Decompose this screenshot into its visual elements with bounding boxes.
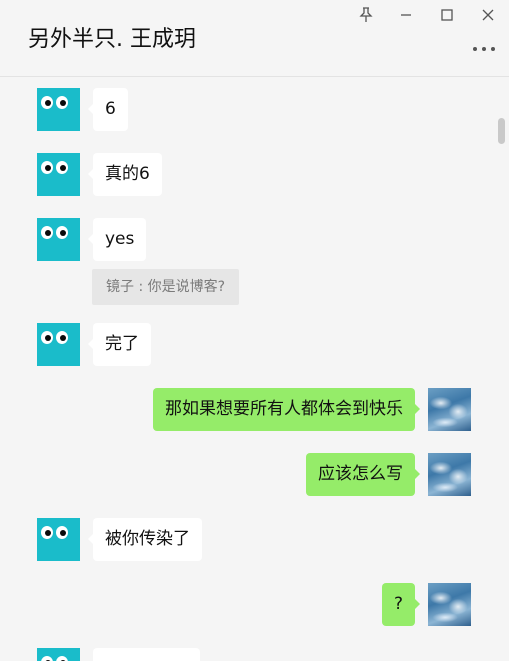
message-bubble-incoming[interactable]: yes <box>87 218 147 261</box>
more-dots-icon[interactable] <box>473 44 495 54</box>
contact-avatar[interactable] <box>37 648 80 661</box>
message-bubble-incoming[interactable]: 完了 <box>88 323 151 366</box>
message-bubble-incoming[interactable] <box>93 648 200 661</box>
message-bubble-incoming[interactable]: 真的6 <box>88 153 162 196</box>
my-avatar[interactable] <box>428 583 471 626</box>
message-bubble-incoming[interactable]: 被你传染了 <box>88 518 202 561</box>
message-list[interactable]: 6 真的6 yes 镜子 : 你是说博客? 完了 那如果想要所有人都体会到快乐 … <box>0 77 509 661</box>
chat-title: 另外半只. 王成玥 <box>28 27 196 52</box>
message-bubble-incoming[interactable]: 6 <box>88 88 128 131</box>
close-icon[interactable] <box>474 4 502 26</box>
my-avatar[interactable] <box>428 388 471 431</box>
contact-avatar[interactable] <box>37 153 80 196</box>
my-avatar[interactable] <box>428 453 471 496</box>
pin-icon[interactable] <box>352 4 380 26</box>
chat-header: 另外半只. 王成玥 <box>0 0 509 77</box>
scrollbar-thumb[interactable] <box>498 118 505 144</box>
message-bubble-outgoing[interactable]: 那如果想要所有人都体会到快乐 <box>153 388 420 431</box>
contact-avatar[interactable] <box>37 88 80 131</box>
contact-avatar[interactable] <box>37 323 80 366</box>
message-bubble-outgoing[interactable]: ? <box>381 583 421 626</box>
contact-avatar[interactable] <box>37 218 80 261</box>
maximize-icon[interactable] <box>433 4 461 26</box>
minimize-icon[interactable] <box>392 4 420 26</box>
contact-avatar[interactable] <box>37 518 80 561</box>
message-bubble-outgoing[interactable]: 应该怎么写 <box>306 453 420 496</box>
quoted-message[interactable]: 镜子 : 你是说博客? <box>92 269 240 305</box>
